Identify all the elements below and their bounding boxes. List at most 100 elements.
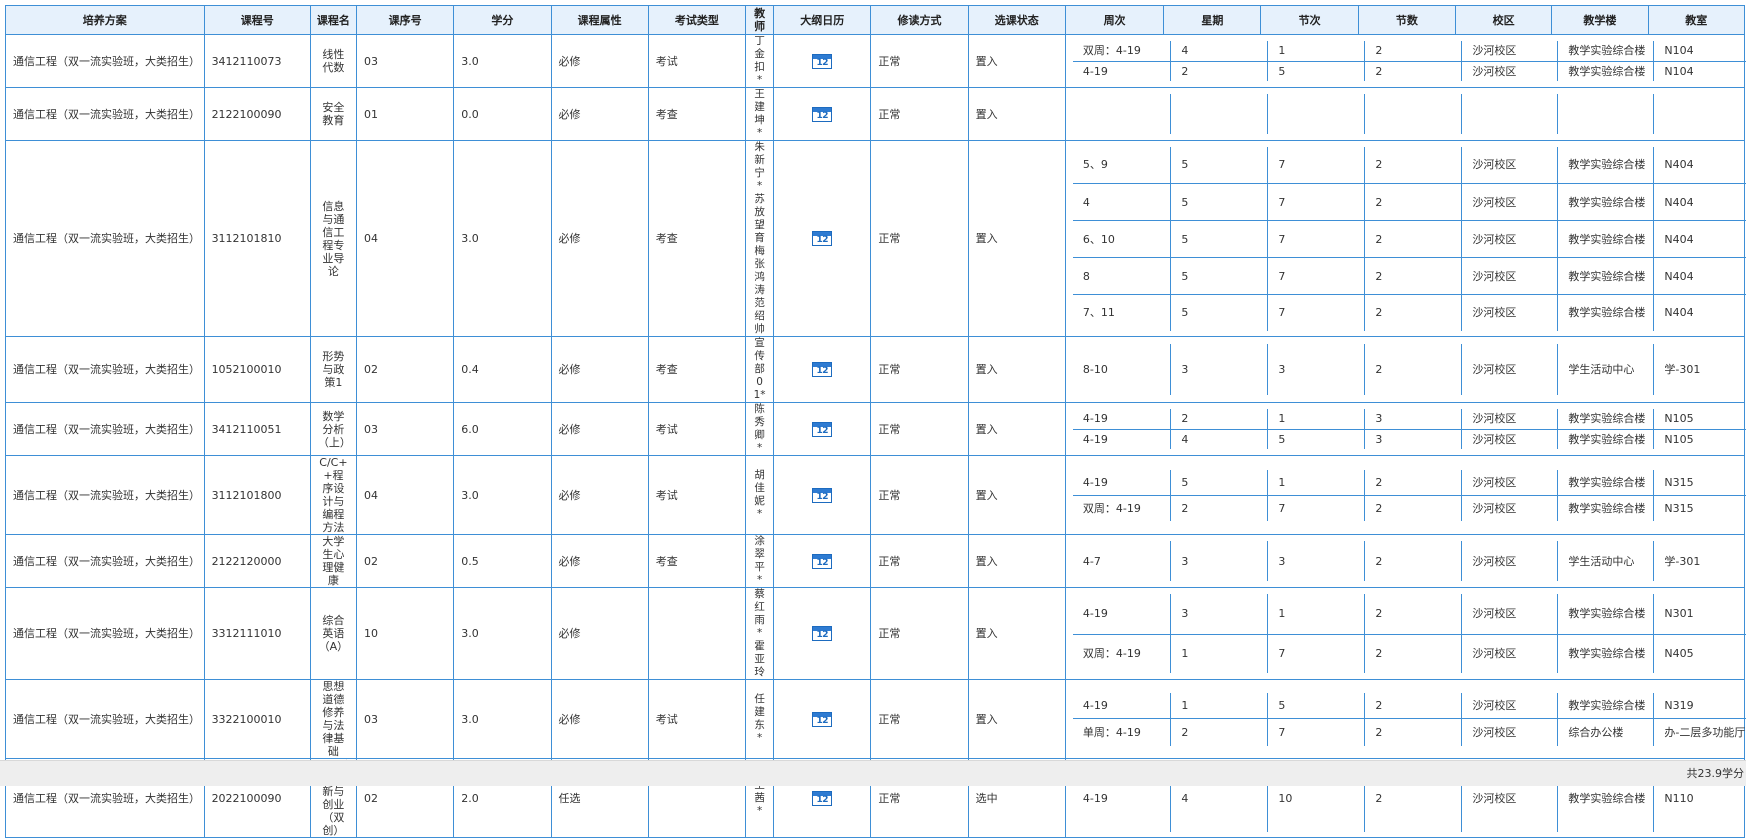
schedule-classroom: N105 xyxy=(1664,432,1694,446)
schedule-campus: 沙河校区 xyxy=(1461,469,1559,496)
cell-teacher: 王建坤* xyxy=(745,87,775,141)
calendar-icon[interactable]: 12 xyxy=(812,790,833,806)
schedule-cell: 4-19 2 1 3 沙河校区 教学实验综合楼 N105 4-19 4 5 3 沙河校区 教学实验综合楼… xyxy=(1064,402,1746,456)
cell-select-status: 置入 xyxy=(967,455,1066,535)
cell-study-mode: 正常 xyxy=(870,455,969,535)
schedule-period: 1 xyxy=(1267,469,1366,496)
schedule-weeks xyxy=(1072,94,1172,134)
header-teacher[interactable]: 教师 xyxy=(745,5,775,35)
cell-plan: 通信工程（双一流实验班，大类招生） xyxy=(5,87,205,141)
calendar-icon[interactable]: 12 xyxy=(812,711,833,727)
cell-course-code: 3412110051 xyxy=(203,402,311,456)
schedule-row: 4 5 7 2 沙河校区 教学实验综合楼 N404 xyxy=(1072,183,1746,221)
calendar-icon[interactable]: 12 xyxy=(812,231,833,246)
cell-course-code: 3112101800 xyxy=(203,455,311,535)
schedule-row: 双周：4-19 2 7 2 沙河校区 教学实验综合楼 N315 xyxy=(1072,495,1746,521)
header-select-status[interactable]: 选课状态 xyxy=(967,5,1066,35)
cell-section: 10 xyxy=(355,587,455,680)
header-course-attr[interactable]: 课程属性 xyxy=(550,5,649,35)
calendar-icon[interactable]: 12 xyxy=(812,626,833,641)
schedule-row: 5、9 5 7 2 沙河校区 教学实验综合楼 N404 xyxy=(1072,146,1746,184)
calendar-icon[interactable]: 12 xyxy=(812,53,833,69)
calendar-icon[interactable]: 12 xyxy=(812,421,833,437)
schedule-period-count: 2 xyxy=(1364,220,1463,258)
header-building[interactable]: 教学楼 xyxy=(1551,5,1649,35)
schedule-classroom: N404 xyxy=(1653,220,1746,258)
schedule-weekday: 5 xyxy=(1170,257,1269,295)
table-row[interactable]: 通信工程（双一流实验班，大类招生） 2122120000 大学生心理健康 02 0.5 必… xyxy=(5,534,1746,588)
schedule-period: 7 xyxy=(1267,220,1366,258)
schedule-row: 4-19 2 1 3 沙河校区 教学实验综合楼 N105 xyxy=(1072,409,1746,430)
cell-study-mode: 正常 xyxy=(870,679,969,759)
header-section[interactable]: 课序号 xyxy=(355,5,455,35)
table-row[interactable]: 通信工程（双一流实验班，大类招生） 3112101800 C/C++程序设计与编程方… xyxy=(5,455,1746,535)
table-row[interactable]: 通信工程（双一流实验班，大类招生） 3412110073 线性代数 03 3.0 必修 考试… xyxy=(5,34,1746,88)
header-course-code[interactable]: 课程号 xyxy=(203,5,311,35)
cell-exam-type: 考查 xyxy=(647,534,747,588)
cell-course-attr: 必修 xyxy=(550,587,649,680)
table-row[interactable]: 通信工程（双一流实验班，大类招生） 1052100010 形势与政策1 02 0.4 必修… xyxy=(5,336,1746,403)
schedule-table: 4-19 2 1 3 沙河校区 教学实验综合楼 N105 4-19 4 5 3 沙河校区 教学实验综合楼… xyxy=(1072,409,1746,449)
cell-syllabus: 12 xyxy=(773,34,872,88)
table-header-row: 培养方案 课程号 课程名 课序号 学分 课程属性 考试类型 教师 大纲日历 修读… xyxy=(5,5,1746,35)
table-row[interactable]: 通信工程（双一流实验班，大类招生） 3112101810 信息与通信工程专业导论 04… xyxy=(5,140,1746,337)
schedule-row: 单周：4-19 2 7 2 沙河校区 综合办公楼 办-二层多功能厅 xyxy=(1072,718,1746,746)
table-row[interactable]: 通信工程（双一流实验班，大类招生） 3312111010 综合英语（A） 10 3.0 必… xyxy=(5,587,1746,680)
schedule-row: 双周：4-19 1 7 2 沙河校区 教学实验综合楼 N405 xyxy=(1072,634,1746,673)
header-period[interactable]: 节次 xyxy=(1260,5,1359,35)
header-plan[interactable]: 培养方案 xyxy=(5,5,205,35)
schedule-period: 7 xyxy=(1267,183,1366,221)
calendar-icon[interactable]: 12 xyxy=(812,487,833,503)
schedule-weekday: 5 xyxy=(1170,183,1269,221)
schedule-weeks: 双周：4-19 xyxy=(1072,41,1172,62)
schedule-building: 学生活动中心 xyxy=(1557,344,1655,395)
cell-study-mode: 正常 xyxy=(870,34,969,88)
schedule-weeks: 4-7 xyxy=(1072,541,1172,581)
schedule-building: 教学实验综合楼 xyxy=(1557,594,1655,635)
header-weeks[interactable]: 周次 xyxy=(1064,5,1165,35)
cell-course-code: 2122100090 xyxy=(203,87,311,141)
cell-exam-type: 考试 xyxy=(647,679,747,759)
schedule-classroom: N404 xyxy=(1653,257,1746,295)
schedule-weeks: 4-19 xyxy=(1072,469,1172,496)
schedule-row: 4-19 5 1 2 沙河校区 教学实验综合楼 N315 xyxy=(1072,469,1746,496)
cell-exam-type: 考试 xyxy=(647,34,747,88)
schedule-period-count: 2 xyxy=(1364,183,1463,221)
cell-course-code: 3312111010 xyxy=(203,587,311,680)
cell-credit: 0.4 xyxy=(453,336,552,403)
table-row[interactable]: 通信工程（双一流实验班，大类招生） 3412110051 数学分析（上） 03 6.0 必… xyxy=(5,402,1746,456)
schedule-cell: 4-19 1 5 2 沙河校区 教学实验综合楼 N319 单周：4-19 2 7 2 沙河校区 综合办公… xyxy=(1064,679,1746,759)
header-weekday[interactable]: 星期 xyxy=(1163,5,1262,35)
table-row[interactable]: 通信工程（双一流实验班，大类招生） 2122100090 安全教育 01 0.0 必修 考查… xyxy=(5,87,1746,141)
header-campus[interactable]: 校区 xyxy=(1454,5,1553,35)
cell-course-attr: 必修 xyxy=(550,87,649,141)
calendar-icon-number: 12 xyxy=(816,715,829,726)
cell-course-name: 线性代数 xyxy=(309,34,357,88)
cell-exam-type: 考试 xyxy=(647,402,747,456)
cell-study-mode: 正常 xyxy=(870,336,969,403)
schedule-classroom: N315 xyxy=(1664,501,1694,515)
table-row[interactable]: 通信工程（双一流实验班，大类招生） 3322100010 思想道德修养与法律基础 03… xyxy=(5,679,1746,759)
schedule-period-count: 2 xyxy=(1364,257,1463,295)
header-exam-type[interactable]: 考试类型 xyxy=(647,5,747,35)
schedule-row: 8-10 3 3 2 沙河校区 学生活动中心 学-301 xyxy=(1072,344,1746,395)
header-credit[interactable]: 学分 xyxy=(453,5,552,35)
calendar-icon[interactable]: 12 xyxy=(812,106,833,122)
schedule-campus: 沙河校区 xyxy=(1461,61,1559,81)
calendar-icon-number: 12 xyxy=(816,57,829,68)
schedule-row xyxy=(1072,94,1746,134)
cell-course-attr: 必修 xyxy=(550,402,649,456)
cell-syllabus: 12 xyxy=(773,587,872,680)
schedule-period-count: 2 xyxy=(1364,692,1463,719)
schedule-campus: 沙河校区 xyxy=(1461,183,1559,221)
header-study-mode[interactable]: 修读方式 xyxy=(870,5,969,35)
header-course-name[interactable]: 课程名 xyxy=(309,5,357,35)
calendar-icon[interactable]: 12 xyxy=(812,362,833,377)
schedule-cell: 4-19 5 1 2 沙河校区 教学实验综合楼 N315 双周：4-19 2 7 2 沙河校区 教学实验… xyxy=(1064,455,1746,535)
schedule-weekday: 1 xyxy=(1170,634,1269,673)
header-syllabus[interactable]: 大纲日历 xyxy=(773,5,872,35)
calendar-icon[interactable]: 12 xyxy=(812,553,833,569)
schedule-building: 教学实验综合楼 xyxy=(1557,257,1655,295)
header-classroom[interactable]: 教室 xyxy=(1647,5,1746,35)
header-period-count[interactable]: 节数 xyxy=(1357,5,1457,35)
